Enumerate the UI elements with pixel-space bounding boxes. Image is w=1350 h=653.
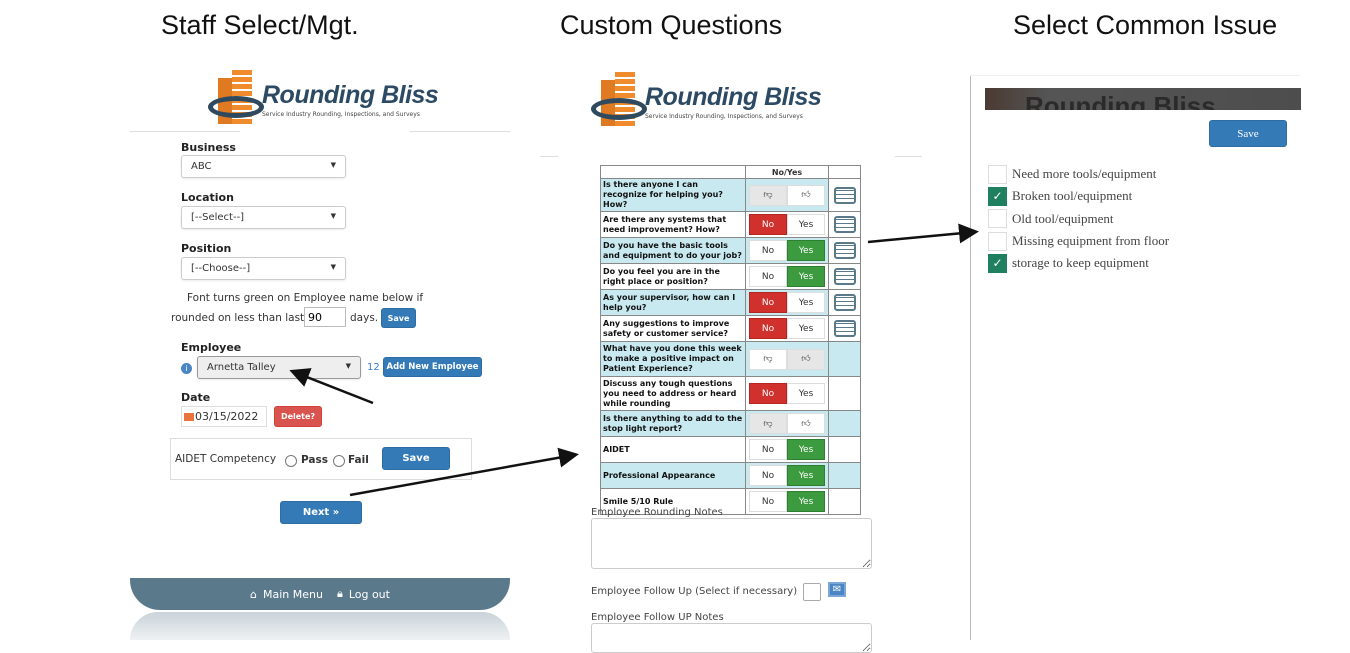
arrow-to-issues bbox=[867, 223, 979, 244]
arrows-overlay bbox=[289, 223, 979, 497]
arrow-to-questions bbox=[349, 447, 579, 497]
arrow-to-employee bbox=[289, 368, 374, 405]
